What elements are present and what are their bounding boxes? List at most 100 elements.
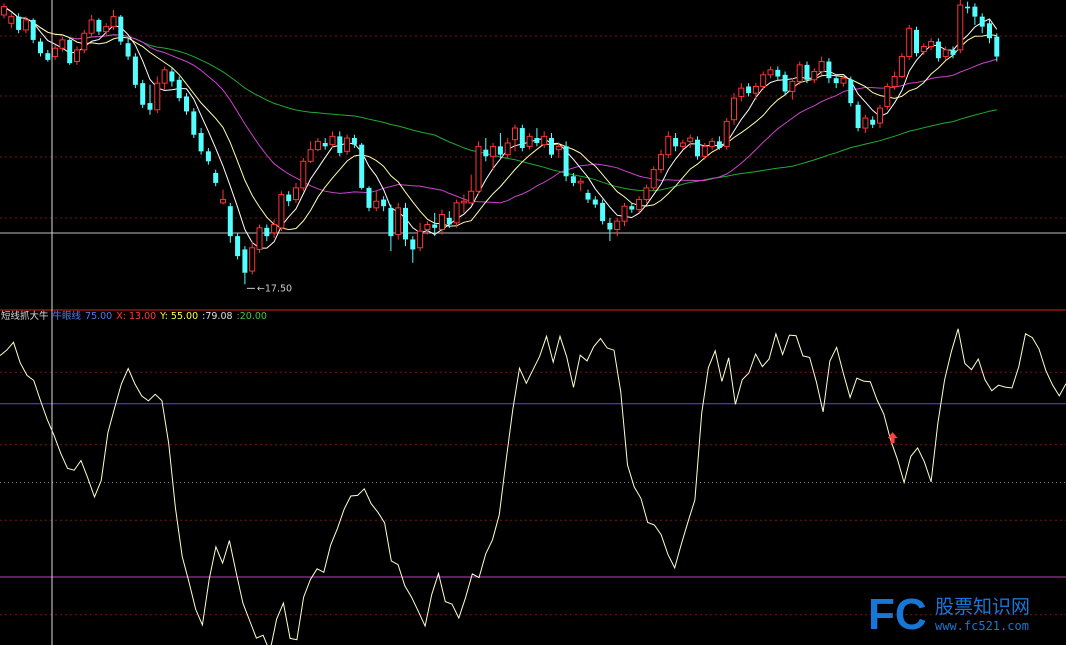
candle-body-up — [256, 227, 263, 250]
candle-body-down — [607, 222, 613, 230]
candle-body-down — [147, 103, 153, 110]
candle-body-up — [8, 16, 15, 24]
candle-body-down — [169, 71, 175, 82]
candle-body-down — [563, 146, 569, 177]
candle-body-down — [96, 19, 102, 32]
candle-body-up — [891, 75, 898, 87]
candle-body-down — [125, 43, 131, 57]
candle-body-down — [585, 192, 591, 200]
candle-body-down — [38, 41, 43, 54]
candle-body-down — [140, 83, 146, 105]
candle-body-up — [687, 137, 694, 142]
watermark-site-name: 股票知识网 — [935, 596, 1030, 618]
candle-body-down — [351, 138, 357, 145]
candle-body-up — [373, 200, 380, 209]
candle-body-up — [738, 87, 745, 97]
moving-average-5 — [3, 6, 998, 249]
legend-item: :20.00 — [237, 311, 267, 322]
candle-body-up — [614, 220, 621, 230]
candle-body-down — [30, 19, 36, 40]
candle-body-down — [519, 128, 525, 148]
candle-body-down — [359, 144, 365, 188]
candle-body-up — [490, 145, 497, 157]
candle-body-up — [329, 135, 336, 146]
candle-body-down — [483, 149, 489, 157]
candle-body-down — [213, 172, 219, 183]
candle-body-up — [307, 149, 314, 162]
candle-body-down — [782, 74, 788, 92]
candle-body-up — [767, 69, 774, 76]
candle-body-up — [424, 223, 431, 230]
candle-body-up — [789, 80, 796, 92]
candle-body-up — [650, 169, 657, 189]
candle-body-down — [695, 139, 700, 157]
candle-body-up — [818, 61, 825, 73]
candle-body-down — [987, 23, 992, 39]
moving-average-60 — [3, 6, 997, 192]
candle-body-up — [884, 85, 891, 107]
candle-body-down — [570, 176, 576, 183]
candle-body-up — [417, 230, 424, 249]
candle-body-up — [504, 142, 511, 156]
candle-body-up — [88, 19, 95, 34]
candle-body-up — [577, 180, 584, 184]
candle-body-up — [453, 202, 460, 224]
candle-body-up — [862, 117, 869, 129]
candle-body-down — [366, 187, 372, 208]
candle-body-down — [176, 79, 182, 99]
candle-body-down — [914, 29, 919, 54]
candle-body-down — [322, 143, 328, 147]
candle-body-down — [205, 151, 211, 162]
candle-body-down — [403, 207, 408, 240]
candle-body-down — [497, 146, 503, 155]
watermark-fc-mark: FC — [868, 590, 927, 639]
candle-body-up — [811, 71, 818, 81]
candle-body-down — [45, 53, 51, 60]
candle-body-down — [337, 136, 343, 153]
candle-body-up — [110, 16, 117, 28]
candle-body-down — [67, 39, 73, 64]
candle-body-up — [314, 140, 321, 151]
candle-body-down — [979, 16, 985, 27]
candle-body-up — [928, 41, 935, 48]
candle-body-down — [833, 78, 839, 84]
price-panel: ←17.50 — [0, 0, 1066, 311]
legend-item: Y: 55.00 — [159, 311, 198, 322]
candle-body-up — [752, 85, 759, 94]
candle-body-down — [855, 104, 861, 129]
candle-body-down — [132, 56, 138, 85]
candle-body-up — [161, 69, 168, 84]
candle-body-up — [796, 64, 803, 82]
candle-body-up — [658, 154, 664, 171]
low-price-label: ←17.50 — [257, 283, 292, 294]
candle-body-up — [439, 214, 445, 230]
candle-body-down — [848, 79, 854, 104]
candle-body-down — [534, 138, 540, 144]
candle-body-up — [709, 140, 716, 147]
candle-body-up — [898, 56, 905, 77]
candle-body-down — [227, 206, 233, 237]
candle-body-down — [994, 36, 1000, 57]
watermark-url: www.fc521.com — [935, 619, 1029, 633]
candle-body-up — [249, 247, 256, 272]
candle-body-down — [432, 224, 438, 228]
candle-body-up — [679, 142, 686, 147]
candle-body-up — [220, 199, 226, 204]
candle-body-down — [826, 61, 832, 79]
candle-body-up — [271, 223, 278, 234]
candle-body-up — [103, 26, 110, 33]
candle-body-down — [191, 111, 197, 135]
candle-body-down — [935, 41, 941, 59]
candle-body-up — [957, 4, 964, 51]
candle-body-up — [1, 6, 7, 16]
candle-body-down — [716, 141, 722, 148]
candle-body-down — [410, 239, 416, 250]
candle-body-down — [118, 16, 124, 42]
candle-body-up — [877, 107, 883, 124]
candle-body-down — [549, 138, 554, 155]
candle-body-down — [388, 207, 394, 237]
candle-body-up — [526, 135, 533, 147]
candle-body-down — [950, 49, 956, 55]
candle-body-down — [235, 236, 241, 257]
candle-body-down — [592, 199, 598, 205]
